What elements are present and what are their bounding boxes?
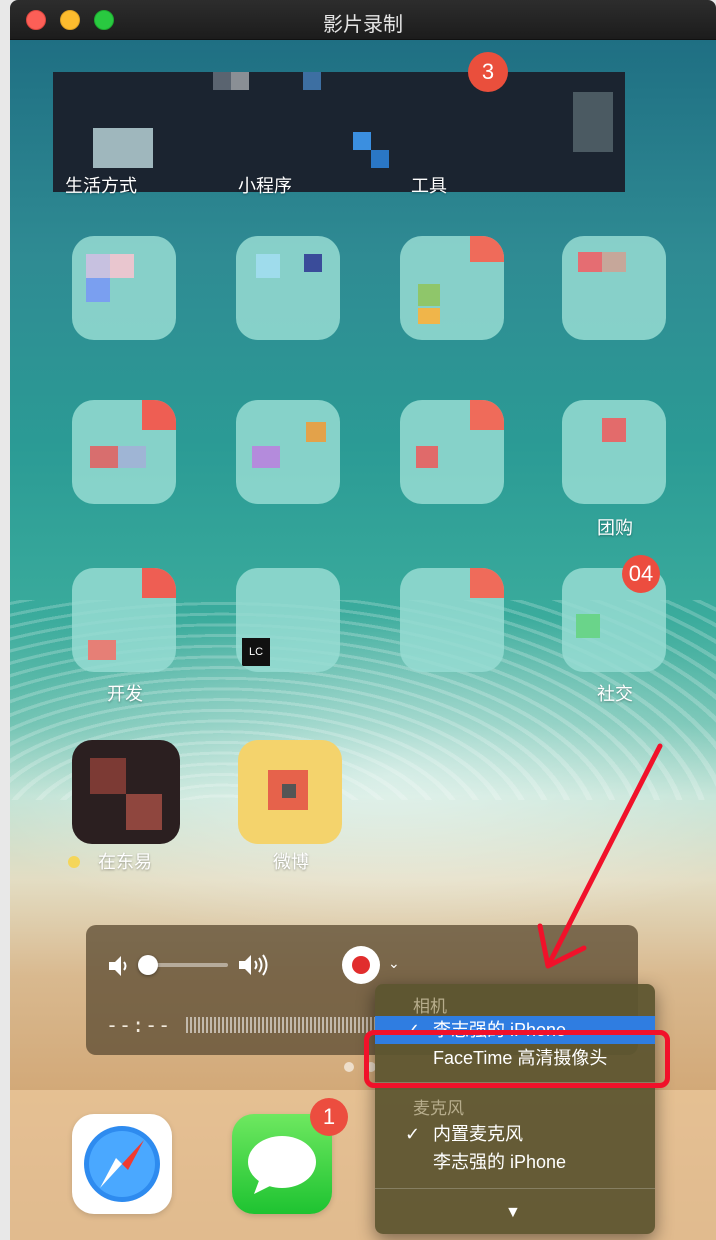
annotation-arrow-icon	[537, 743, 663, 969]
quicktime-window: 影片录制 3 生活方式 小程序 工具 团购 LC 04 开发 社交 在东易 微博…	[10, 0, 716, 1240]
